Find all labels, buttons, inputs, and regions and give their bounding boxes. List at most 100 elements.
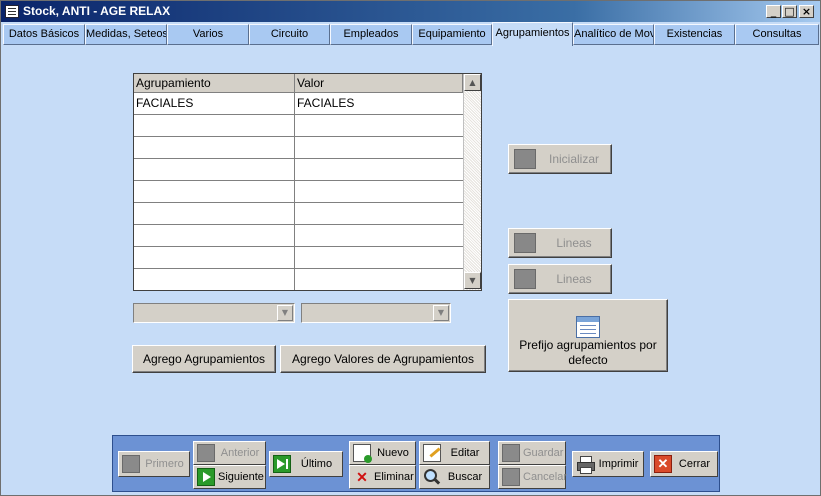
minimize-button[interactable]: _ xyxy=(766,5,781,18)
scroll-up-icon[interactable]: ▲ xyxy=(464,74,481,91)
prefijo-label: Prefijo agrupamientos por defecto xyxy=(519,338,657,367)
title-bar: Stock, ANTI - AGE RELAX _ □ × xyxy=(1,1,820,22)
tab-existencias[interactable]: Existencias xyxy=(654,24,735,45)
printer-icon xyxy=(576,455,595,474)
eliminar-button[interactable]: ✕ Eliminar xyxy=(349,465,416,489)
editar-label: Editar xyxy=(450,447,480,459)
cerrar-label: Cerrar xyxy=(678,458,711,470)
cancelar-label: Cancelar xyxy=(523,471,568,483)
tab-analitico-de-mov[interactable]: Analítico de Mov xyxy=(573,24,654,45)
window-icon xyxy=(5,5,19,18)
cell-valor[interactable] xyxy=(295,181,297,202)
inicializar-label: Inicializar xyxy=(548,152,599,166)
siguiente-button[interactable]: Siguiente xyxy=(193,465,266,489)
tab-medidas-seteos[interactable]: Medidas, Seteos xyxy=(85,24,167,45)
cell-agrupamiento[interactable] xyxy=(134,181,136,202)
column-header-agrupamiento[interactable]: Agrupamiento xyxy=(134,74,295,93)
table-row[interactable] xyxy=(134,159,463,181)
table-row[interactable] xyxy=(134,115,463,137)
cell-valor[interactable] xyxy=(295,159,297,180)
close-icon: ✕ xyxy=(654,455,672,473)
scroll-down-icon[interactable]: ▼ xyxy=(464,272,481,289)
prefijo-agrupamientos-button[interactable]: Prefijo agrupamientos por defecto xyxy=(508,299,668,372)
eliminar-label: Eliminar xyxy=(374,471,414,483)
tab-empleados[interactable]: Empleados xyxy=(330,24,412,45)
tab-datos-basicos[interactable]: Datos Básicos xyxy=(3,24,85,45)
buscar-button[interactable]: Buscar xyxy=(419,465,490,489)
cancel-icon xyxy=(502,468,520,486)
buscar-label: Buscar xyxy=(447,471,483,483)
cell-valor[interactable] xyxy=(295,115,297,136)
cell-agrupamiento[interactable] xyxy=(134,203,136,224)
table-row[interactable] xyxy=(134,247,463,269)
table-row[interactable]: FACIALES FACIALES xyxy=(134,93,463,115)
cell-valor[interactable] xyxy=(295,247,297,268)
nuevo-button[interactable]: Nuevo xyxy=(349,441,416,465)
agrupamiento-combo[interactable]: ▼ xyxy=(133,303,295,323)
cell-valor[interactable] xyxy=(295,269,297,290)
cell-valor[interactable] xyxy=(295,225,297,246)
navigation-toolbar: Primero Anterior Siguiente Último Nuevo … xyxy=(112,435,720,492)
cell-agrupamiento[interactable] xyxy=(134,159,136,180)
tab-agrupamientos[interactable]: Agrupamientos xyxy=(492,22,573,46)
cell-valor[interactable]: FACIALES xyxy=(295,93,354,114)
grid-vertical-scrollbar[interactable]: ▲ ▼ xyxy=(463,74,481,290)
button-image-icon xyxy=(514,269,536,289)
column-header-valor[interactable]: Valor xyxy=(295,74,463,93)
tab-varios[interactable]: Varios xyxy=(167,24,249,45)
cerrar-button[interactable]: ✕ Cerrar xyxy=(650,451,718,477)
button-image-icon xyxy=(514,233,536,253)
cancelar-button[interactable]: Cancelar xyxy=(498,465,568,489)
agrupamientos-grid[interactable]: Agrupamiento Valor FACIALES FACIALES ▲ ▼ xyxy=(133,73,482,291)
imprimir-button[interactable]: Imprimir xyxy=(572,451,644,477)
lineas-button-2[interactable]: Lineas xyxy=(508,264,612,294)
table-row[interactable] xyxy=(134,137,463,159)
agrego-agrupamientos-button[interactable]: Agrego Agrupamientos xyxy=(132,345,276,373)
inicializar-button[interactable]: Inicializar xyxy=(508,144,612,174)
ultimo-label: Último xyxy=(300,458,333,470)
imprimir-label: Imprimir xyxy=(598,458,639,470)
next-record-icon xyxy=(197,468,215,486)
calendar-icon xyxy=(576,316,600,338)
last-record-icon xyxy=(273,455,291,473)
lineas-label: Lineas xyxy=(556,272,592,286)
close-window-button[interactable]: × xyxy=(799,5,814,18)
cell-agrupamiento[interactable]: FACIALES xyxy=(134,93,193,114)
delete-icon: ✕ xyxy=(356,469,368,485)
previous-record-icon xyxy=(197,444,215,462)
table-row[interactable] xyxy=(134,203,463,225)
cell-agrupamiento[interactable] xyxy=(134,269,136,290)
cell-agrupamiento[interactable] xyxy=(134,137,136,158)
valor-combo[interactable]: ▼ xyxy=(301,303,451,323)
tab-consultas[interactable]: Consultas xyxy=(735,24,819,45)
maximize-button[interactable]: □ xyxy=(782,5,797,18)
cell-agrupamiento[interactable] xyxy=(134,247,136,268)
chevron-down-icon[interactable]: ▼ xyxy=(277,305,293,321)
editar-button[interactable]: Editar xyxy=(419,441,490,465)
lineas-label: Lineas xyxy=(556,236,592,250)
agrego-valores-button[interactable]: Agrego Valores de Agrupamientos xyxy=(280,345,486,373)
anterior-button[interactable]: Anterior xyxy=(193,441,266,465)
primero-button[interactable]: Primero xyxy=(118,451,190,477)
table-row[interactable] xyxy=(134,269,463,290)
table-row[interactable] xyxy=(134,181,463,203)
lineas-button-1[interactable]: Lineas xyxy=(508,228,612,258)
save-icon xyxy=(502,444,520,462)
tab-equipamiento[interactable]: Equipamiento xyxy=(412,24,492,45)
primero-label: Primero xyxy=(145,458,184,470)
guardar-button[interactable]: Guardar xyxy=(498,441,566,465)
nuevo-label: Nuevo xyxy=(377,447,409,459)
cell-agrupamiento[interactable] xyxy=(134,115,136,136)
siguiente-label: Siguiente xyxy=(218,471,264,483)
chevron-down-icon[interactable]: ▼ xyxy=(433,305,449,321)
cell-agrupamiento[interactable] xyxy=(134,225,136,246)
guardar-label: Guardar xyxy=(523,447,564,459)
cell-valor[interactable] xyxy=(295,137,297,158)
table-row[interactable] xyxy=(134,225,463,247)
new-document-icon xyxy=(353,444,372,463)
cell-valor[interactable] xyxy=(295,203,297,224)
tab-circuito[interactable]: Circuito xyxy=(249,24,330,45)
button-image-icon xyxy=(514,149,536,169)
first-record-icon xyxy=(122,455,140,473)
ultimo-button[interactable]: Último xyxy=(269,451,343,477)
